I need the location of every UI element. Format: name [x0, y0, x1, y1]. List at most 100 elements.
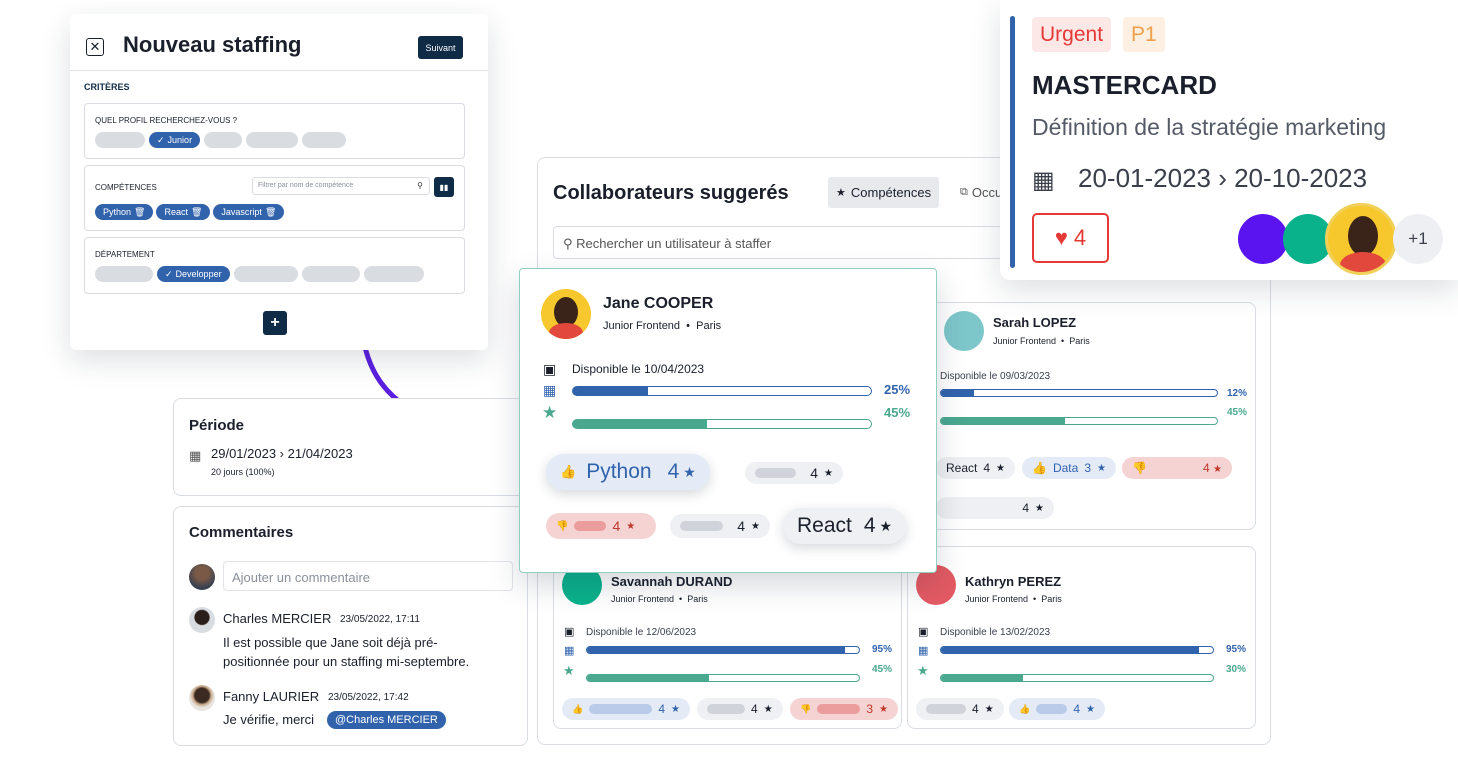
tab-skills[interactable]: ★ Compétences [828, 177, 940, 208]
department-label: DÉPARTEMENT [95, 250, 155, 259]
skill-tag-python[interactable]: Python 🗑 [95, 204, 154, 220]
skill-chip: 4 ★ [670, 514, 770, 538]
occupation-bar [940, 646, 1214, 654]
candidate-card-savannah[interactable]: Savannah DURAND Junior Frontend • Paris … [553, 546, 902, 729]
more-members-badge[interactable]: +1 [1393, 214, 1443, 264]
skills-filter-input[interactable]: Filtrer par nom de compétence ⚲ [252, 177, 430, 195]
avatar [541, 289, 591, 339]
profile-label: QUEL PROFIL RECHERCHEZ-VOUS ? [95, 116, 238, 125]
star-icon: ★ [879, 517, 893, 534]
candidate-card-sarah[interactable]: Sarah LOPEZ Junior Frontend • Paris Disp… [907, 302, 1256, 530]
urgent-badge: Urgent [1032, 17, 1112, 52]
skill-tag-javascript[interactable]: Javascript 🗑 [213, 204, 285, 220]
search-user-input[interactable]: ⚲ Rechercher un utilisateur à staffer [553, 226, 1003, 259]
star-icon: ★ [1097, 462, 1106, 474]
star-icon: ★ [824, 467, 833, 479]
mission-card[interactable]: Urgent P1 MASTERCARD Définition de la st… [1000, 0, 1458, 280]
comment-text: Il est possible que Jane soit déjà pré- … [223, 635, 470, 669]
close-icon: ✕ [89, 39, 101, 54]
period-panel: Période ▦ 29/01/2023 › 21/04/2023 20 jou… [173, 398, 528, 496]
thumbs-down-icon: 👎 [800, 703, 812, 714]
star-icon: ★ [879, 703, 888, 715]
copy-icon: ⧉ [960, 186, 968, 198]
availability: Disponible le 12/06/2023 [586, 627, 697, 638]
department-option[interactable] [233, 266, 298, 282]
mission-client: MASTERCARD [1032, 70, 1217, 100]
skill-chip: 4 ★ [916, 698, 1004, 720]
avatar [189, 685, 215, 711]
thumbs-up-icon: 👍 [1032, 461, 1047, 475]
trash-icon[interactable]: 🗑 [265, 207, 276, 218]
occupation-bar [940, 389, 1218, 397]
skill-chip: 4 ★ [745, 462, 843, 484]
candidate-name: Savannah DURAND [611, 574, 733, 589]
comment-input[interactable]: Ajouter un commentaire [223, 561, 513, 591]
profile-section: QUEL PROFIL RECHERCHEZ-VOUS ? ✓ Junior [84, 103, 465, 159]
page-title: Nouveau staffing [123, 32, 302, 57]
thumbs-down-icon: 👎 [556, 520, 569, 532]
star-icon: ★ [563, 663, 575, 678]
like-button[interactable]: ♥ 4 [1032, 213, 1109, 263]
profile-option[interactable] [246, 132, 299, 148]
star-icon: ★ [626, 520, 636, 532]
skill-chip: 👎 4 ★ [1122, 457, 1232, 479]
star-icon: ★ [1086, 703, 1095, 715]
mention-chip[interactable]: @Charles MERCIER [327, 711, 446, 729]
skill-chip: 👎 3 ★ [790, 698, 898, 720]
star-icon: ★ [671, 703, 680, 715]
avatar [189, 607, 215, 633]
profile-option[interactable] [302, 132, 347, 148]
availability: Disponible le 10/04/2023 [572, 362, 705, 376]
criteria-heading: CRITÈRES [84, 82, 130, 92]
skill-chip: 4 ★ [697, 698, 783, 720]
heart-icon: ♥ [1054, 225, 1068, 250]
candidate-name: Sarah LOPEZ [993, 315, 1077, 330]
candidate-role: Junior Frontend • Paris [965, 594, 1062, 604]
department-option[interactable] [301, 266, 360, 282]
profile-option-junior[interactable]: ✓ Junior [149, 132, 201, 148]
thumbs-up-icon: 👍 [560, 464, 577, 479]
department-option[interactable] [95, 266, 153, 282]
close-button[interactable]: ✕ [86, 38, 104, 56]
department-option-developper[interactable]: ✓ Developper [157, 266, 230, 282]
trash-icon[interactable]: 🗑 [134, 207, 145, 218]
priority-badge: P1 [1123, 17, 1165, 52]
candidate-card-kathryn[interactable]: Kathryn PEREZ Junior Frontend • Paris ▣ … [907, 546, 1256, 729]
occupation-bar [586, 646, 860, 654]
book-icon: ▮▮ [439, 182, 449, 192]
mission-description: Définition de la stratégie marketing [1032, 114, 1387, 140]
skill-match-percent: 45% [872, 664, 893, 675]
thumbs-down-icon: 👎 [1132, 461, 1147, 475]
profile-option[interactable] [95, 132, 145, 148]
calendar-icon: ▦ [189, 448, 202, 463]
star-icon: ★ [542, 403, 558, 422]
add-criteria-button[interactable]: + [263, 311, 287, 335]
catalog-button[interactable]: ▮▮ [434, 177, 454, 197]
skill-chip-react: React 4 ★ [783, 508, 907, 544]
occupation-percent: 95% [872, 644, 893, 655]
candidate-name: Jane COOPER [603, 295, 714, 312]
occupation-percent: 25% [884, 382, 911, 397]
candidate-name: Kathryn PEREZ [965, 574, 1062, 589]
avatar [1238, 214, 1288, 264]
star-icon: ★ [751, 520, 760, 532]
occupation-percent: 12% [1227, 388, 1248, 399]
next-button[interactable]: Suivant [418, 36, 463, 59]
candidate-role: Junior Frontend • Paris [611, 594, 708, 604]
calendar-check-icon: ▣ [543, 361, 557, 377]
calendar-check-icon: ▣ [918, 626, 929, 638]
candidate-role: Junior Frontend • Paris [603, 320, 722, 332]
candidate-card-jane[interactable]: Jane COOPER Junior Frontend • Paris ▣ Di… [519, 268, 937, 573]
skill-chip: 👍 4 ★ [562, 698, 690, 720]
department-option[interactable] [363, 266, 424, 282]
period-duration: 20 jours (100%) [211, 467, 275, 477]
calendar-icon: ▦ [564, 645, 575, 657]
avatar [1325, 203, 1397, 275]
comment-text: Je vérifie, merci [223, 712, 315, 727]
skill-tag-react[interactable]: React 🗑 [156, 204, 211, 220]
trash-icon[interactable]: 🗑 [191, 207, 202, 218]
comment-author: Fanny LAURIER [223, 689, 320, 704]
profile-option[interactable] [204, 132, 243, 148]
search-icon: ⚲ [563, 236, 573, 251]
skill-chip: React 4 ★ [936, 457, 1016, 479]
